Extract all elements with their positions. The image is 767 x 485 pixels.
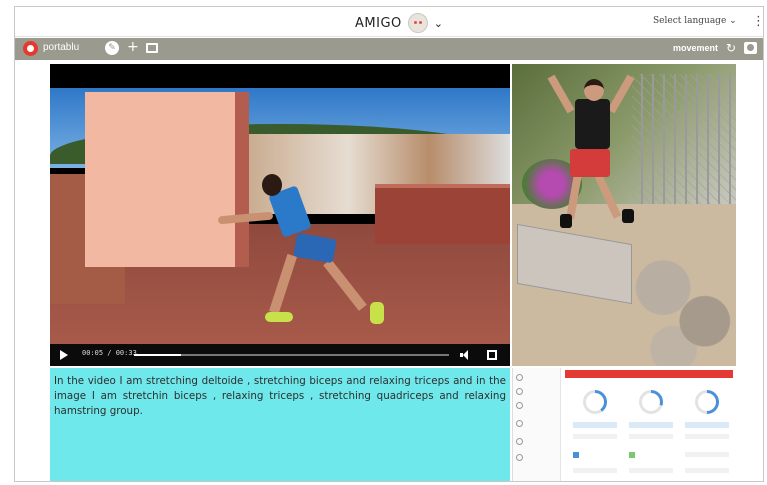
progress-ring: [583, 390, 607, 414]
photo-rocks: [632, 254, 736, 366]
dashboard-button: [629, 422, 673, 428]
photo-figure-head: [584, 79, 604, 101]
progress-ring-inner: [698, 393, 716, 411]
sidebar-item: [516, 388, 525, 395]
app-title: AMIGO: [355, 15, 402, 31]
video-scene-wall: [85, 92, 240, 267]
chevron-down-icon: ⌄: [729, 16, 737, 26]
photo-figure-shoe: [622, 209, 634, 223]
video-player[interactable]: 00:05 / 00:33: [50, 64, 510, 366]
refresh-icon[interactable]: ↻: [726, 41, 736, 55]
photo-figure-shoe: [560, 214, 572, 228]
app-name: portablu: [43, 42, 80, 53]
exercise-photo: [512, 64, 736, 366]
brand-menu[interactable]: AMIGO ⌄: [355, 13, 443, 33]
dashboard-row: [629, 434, 673, 439]
dashboard-button: [685, 422, 729, 428]
sidebar-item: [516, 402, 525, 409]
dashboard-row: [629, 468, 673, 473]
dashboard-column: [681, 382, 733, 481]
sidebar-item: [516, 454, 525, 461]
window-icon[interactable]: [146, 43, 158, 53]
add-icon[interactable]: +: [127, 39, 139, 55]
portablu-logo-icon: [23, 41, 38, 56]
camera-icon[interactable]: [744, 42, 757, 54]
video-scene-wall-shadow: [235, 92, 249, 267]
seek-progress: [134, 354, 182, 356]
seek-bar[interactable]: [134, 354, 449, 356]
caption-text: In the video I am stretching deltoide , …: [54, 375, 506, 417]
volume-icon[interactable]: [460, 350, 470, 360]
dashboard-thumbnail: [512, 368, 736, 481]
mode-label: movement: [673, 43, 719, 53]
dashboard-column: [625, 382, 677, 481]
dashboard-sidebar: [513, 368, 561, 481]
chevron-down-icon[interactable]: ⌄: [434, 17, 443, 30]
dashboard-header: [565, 370, 733, 378]
caption-panel: In the video I am stretching deltoide , …: [50, 368, 510, 481]
fullscreen-icon[interactable]: [487, 350, 497, 360]
checkbox-icon: [573, 452, 579, 458]
app-window: AMIGO ⌄ Select language ⌄ ⋮ portablu ✎ +…: [14, 6, 764, 482]
dashboard-row: [685, 434, 729, 439]
video-figure-shoe: [370, 302, 384, 324]
dashboard-button: [573, 422, 617, 428]
dashboard-row: [685, 468, 729, 473]
checkbox-icon: [629, 452, 635, 458]
progress-ring: [639, 390, 663, 414]
edit-pencil-icon[interactable]: ✎: [105, 41, 119, 55]
play-icon[interactable]: [60, 350, 68, 360]
progress-ring: [695, 390, 719, 414]
dashboard-column: [569, 382, 621, 481]
photo-fence: [632, 74, 736, 204]
photo-figure-shorts: [570, 149, 610, 177]
dashboard-row: [573, 468, 617, 473]
sidebar-item: [516, 374, 525, 381]
progress-ring-inner: [586, 393, 604, 411]
language-label: Select language: [653, 16, 727, 26]
language-select[interactable]: Select language ⌄: [653, 16, 737, 26]
dashboard-row: [685, 452, 729, 457]
more-menu-icon[interactable]: ⋮: [752, 14, 763, 29]
video-controls: 00:05 / 00:33: [50, 344, 510, 366]
photo-figure-shirt: [575, 99, 610, 149]
sidebar-item: [516, 420, 525, 427]
video-time: 00:05 / 00:33: [82, 349, 137, 357]
progress-ring-inner: [642, 393, 660, 411]
video-figure-shoe: [265, 312, 293, 322]
sidebar-item: [516, 438, 525, 445]
avatar-icon: [407, 13, 428, 33]
video-figure-head: [262, 174, 282, 196]
toolbar: portablu ✎ + movement ↻: [15, 38, 763, 60]
top-header: AMIGO ⌄ Select language ⌄ ⋮: [15, 7, 763, 37]
dashboard-row: [573, 434, 617, 439]
video-scene-railing: [375, 184, 510, 244]
